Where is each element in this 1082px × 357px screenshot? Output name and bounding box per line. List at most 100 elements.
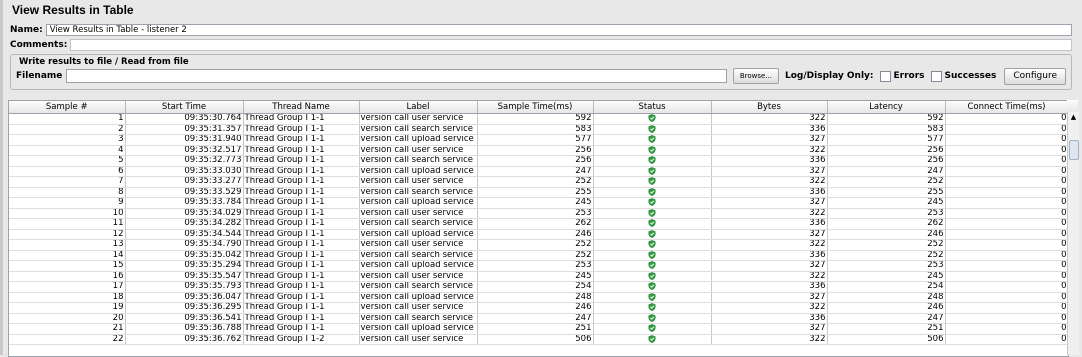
cell-thread-name: Thread Group I 1-1: [243, 323, 360, 335]
table-row[interactable]: 8 09:35:33.529 Thread Group I 1-1 version c…: [9, 187, 1068, 198]
cell-thread-name: Thread Group I 1-1: [243, 271, 360, 282]
col-header-status[interactable]: Status: [593, 101, 712, 114]
table-row[interactable]: 6 09:35:33.030 Thread Group I 1-1 version c…: [9, 166, 1068, 177]
cell-sample-time: 251: [477, 323, 594, 335]
name-field[interactable]: View Results in Table - listener 2: [45, 24, 1072, 36]
errors-checkbox[interactable]: [879, 70, 891, 82]
file-section-title: Write results to file / Read from file: [19, 57, 189, 67]
cell-connect-time: 0: [945, 292, 1068, 303]
cell-sample-time: 506: [477, 334, 594, 345]
table-row[interactable]: 9 09:35:33.784 Thread Group I 1-1 version c…: [9, 197, 1068, 209]
cell-start-time: 09:35:30.764: [125, 113, 244, 125]
cell-thread-name: Thread Group I 1-1: [243, 166, 360, 177]
left-splitter[interactable]: [0, 0, 3, 355]
cell-start-time: 09:35:36.541: [125, 313, 244, 324]
scroll-up-icon[interactable]: ▲: [1068, 112, 1079, 122]
col-header-connect-time[interactable]: Connect Time(ms): [945, 101, 1068, 114]
cell-status: [593, 313, 712, 324]
cell-sample-time: 246: [477, 302, 594, 314]
cell-start-time: 09:35:34.790: [125, 239, 244, 251]
table-row[interactable]: 19 09:35:36.295 Thread Group I 1-1 version …: [9, 302, 1068, 314]
table-row[interactable]: 17 09:35:35.793 Thread Group I 1-1 version …: [9, 281, 1068, 293]
cell-start-time: 09:35:31.940: [125, 134, 244, 146]
status-success-icon: [648, 271, 656, 280]
cell-start-time: 09:35:36.762: [125, 334, 244, 345]
table-row[interactable]: 15 09:35:35.294 Thread Group I 1-1 version …: [9, 260, 1068, 272]
cell-sample: 13: [9, 239, 126, 251]
col-header-latency[interactable]: Latency: [827, 101, 946, 114]
cell-sample: 20: [9, 313, 126, 324]
col-header-sample-time[interactable]: Sample Time(ms): [477, 101, 594, 114]
cell-label: version call upload service: [359, 323, 478, 335]
table-row[interactable]: 11 09:35:34.282 Thread Group I 1-1 version …: [9, 218, 1068, 230]
cell-latency: 245: [827, 271, 946, 282]
cell-latency: 506: [827, 334, 946, 345]
configure-button[interactable]: Configure: [1004, 67, 1066, 85]
cell-sample: 5: [9, 155, 126, 167]
status-success-icon: [648, 292, 656, 301]
cell-start-time: 09:35:31.357: [125, 124, 244, 135]
cell-thread-name: Thread Group I 1-1: [243, 229, 360, 240]
name-label: Name:: [10, 25, 43, 35]
vertical-scrollbar[interactable]: ▲: [1067, 112, 1079, 355]
cell-sample-time: 577: [477, 134, 594, 146]
cell-sample: 17: [9, 281, 126, 293]
table-row[interactable]: 7 09:35:33.277 Thread Group I 1-1 version c…: [9, 176, 1068, 188]
cell-thread-name: Thread Group I 1-1: [243, 218, 360, 230]
table-row[interactable]: 13 09:35:34.790 Thread Group I 1-1 version …: [9, 239, 1068, 251]
status-success-icon: [648, 261, 656, 269]
cell-sample-time: 262: [477, 218, 594, 230]
cell-sample-time: 253: [477, 208, 594, 219]
cell-bytes: 322: [711, 302, 828, 314]
table-row[interactable]: 1 09:35:30.764 Thread Group I 1-1 version c…: [9, 113, 1068, 125]
cell-sample-time: 256: [477, 145, 594, 156]
cell-label: version call search service: [359, 218, 478, 230]
table-row[interactable]: 14 09:35:35.042 Thread Group I 1-1 version …: [9, 250, 1068, 261]
cell-latency: 248: [827, 292, 946, 303]
log-display-label: Log/Display Only:: [785, 71, 874, 81]
browse-button[interactable]: Browse...: [732, 68, 780, 84]
col-header-thread-name[interactable]: Thread Name: [243, 101, 360, 114]
cell-latency: 251: [827, 323, 946, 335]
cell-label: version call user service: [359, 145, 478, 156]
cell-connect-time: 0: [945, 334, 1068, 345]
cell-start-time: 09:35:33.529: [125, 187, 244, 198]
filename-field[interactable]: [66, 69, 727, 83]
cell-connect-time: 0: [945, 239, 1068, 251]
cell-bytes: 336: [711, 155, 828, 167]
col-header-sample[interactable]: Sample #: [9, 101, 126, 114]
cell-connect-time: 0: [945, 302, 1068, 314]
table-row[interactable]: 4 09:35:32.517 Thread Group I 1-1 version c…: [9, 145, 1068, 156]
cell-thread-name: Thread Group I 1-1: [243, 124, 360, 135]
cell-latency: 247: [827, 313, 946, 324]
cell-latency: 256: [827, 155, 946, 167]
cell-start-time: 09:35:32.517: [125, 145, 244, 156]
scroll-thumb[interactable]: [1069, 140, 1079, 160]
cell-bytes: 327: [711, 323, 828, 335]
cell-sample: 12: [9, 229, 126, 240]
table-row[interactable]: 20 09:35:36.541 Thread Group I 1-1 version …: [9, 313, 1068, 324]
col-header-bytes[interactable]: Bytes: [711, 101, 828, 114]
cell-sample: 16: [9, 271, 126, 282]
cell-status: [593, 323, 712, 335]
table-row[interactable]: 2 09:35:31.357 Thread Group I 1-1 version c…: [9, 124, 1068, 135]
comments-field[interactable]: [70, 39, 1072, 51]
cell-sample: 22: [9, 334, 126, 345]
table-row[interactable]: 18 09:35:36.047 Thread Group I 1-1 version …: [9, 292, 1068, 303]
cell-thread-name: Thread Group I 1-1: [243, 239, 360, 251]
table-row[interactable]: 16 09:35:35.547 Thread Group I 1-1 version …: [9, 271, 1068, 282]
cell-bytes: 322: [711, 145, 828, 156]
table-row[interactable]: 21 09:35:36.788 Thread Group I 1-1 version …: [9, 323, 1068, 335]
table-row[interactable]: 3 09:35:31.940 Thread Group I 1-1 version c…: [9, 134, 1068, 146]
successes-checkbox[interactable]: [930, 70, 942, 82]
cell-latency: 253: [827, 260, 946, 272]
page-title: View Results in Table: [12, 3, 134, 17]
cell-bytes: 322: [711, 239, 828, 251]
table-row[interactable]: 10 09:35:34.029 Thread Group I 1-1 version …: [9, 208, 1068, 219]
status-success-icon: [648, 156, 656, 164]
table-row[interactable]: 22 09:35:36.762 Thread Group I 1-2 version …: [9, 334, 1068, 345]
col-header-start-time[interactable]: Start Time: [125, 101, 244, 114]
table-row[interactable]: 5 09:35:32.773 Thread Group I 1-1 version c…: [9, 155, 1068, 167]
col-header-label[interactable]: Label: [359, 101, 478, 114]
table-row[interactable]: 12 09:35:34.544 Thread Group I 1-1 version …: [9, 229, 1068, 240]
